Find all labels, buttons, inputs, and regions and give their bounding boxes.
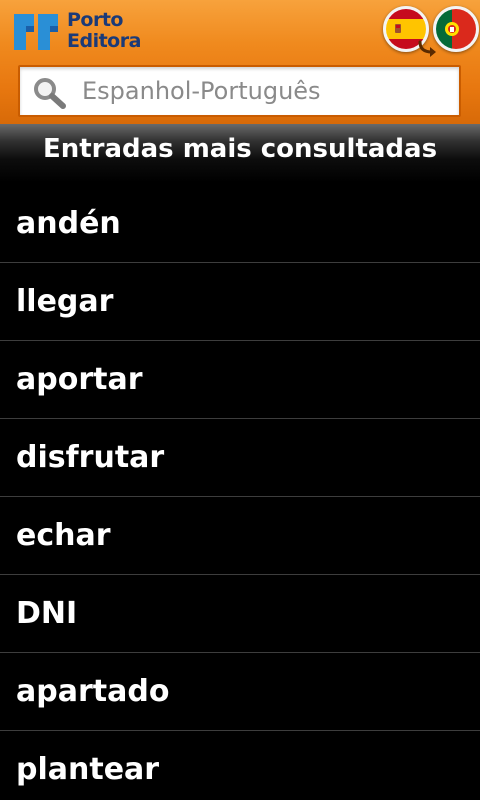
entry-label: DNI	[16, 595, 78, 631]
list-item[interactable]: apartado	[0, 653, 480, 731]
entry-label: andén	[16, 205, 121, 241]
list-item[interactable]: plantear	[0, 731, 480, 800]
list-item[interactable]: llegar	[0, 263, 480, 341]
section-title: Entradas mais consultadas	[0, 124, 480, 182]
logo-text-line1: Porto	[67, 9, 123, 31]
entry-list: andén llegar aportar disfrutar echar DNI…	[0, 185, 480, 800]
app-header: Porto Editora	[0, 0, 480, 124]
logo-mark-icon	[14, 14, 58, 50]
entry-label: disfrutar	[16, 439, 165, 475]
swap-arrow-icon[interactable]	[416, 38, 442, 58]
list-item[interactable]: andén	[0, 185, 480, 263]
list-item[interactable]: disfrutar	[0, 419, 480, 497]
list-item[interactable]: echar	[0, 497, 480, 575]
logo-text: Porto Editora	[67, 10, 141, 52]
list-item[interactable]: DNI	[0, 575, 480, 653]
entry-label: apartado	[16, 673, 170, 709]
entry-label: plantear	[16, 751, 160, 787]
logo-text-line2: Editora	[67, 30, 141, 52]
porto-editora-logo: Porto Editora	[12, 10, 152, 56]
entry-label: llegar	[16, 283, 114, 319]
search-box[interactable]	[18, 65, 461, 117]
list-item[interactable]: aportar	[0, 341, 480, 419]
search-input[interactable]	[82, 75, 452, 107]
app-screen: Porto Editora Espanhol-Português Entrada…	[0, 0, 480, 800]
search-icon	[34, 78, 66, 109]
entry-label: echar	[16, 517, 111, 553]
entry-label: aportar	[16, 361, 143, 397]
